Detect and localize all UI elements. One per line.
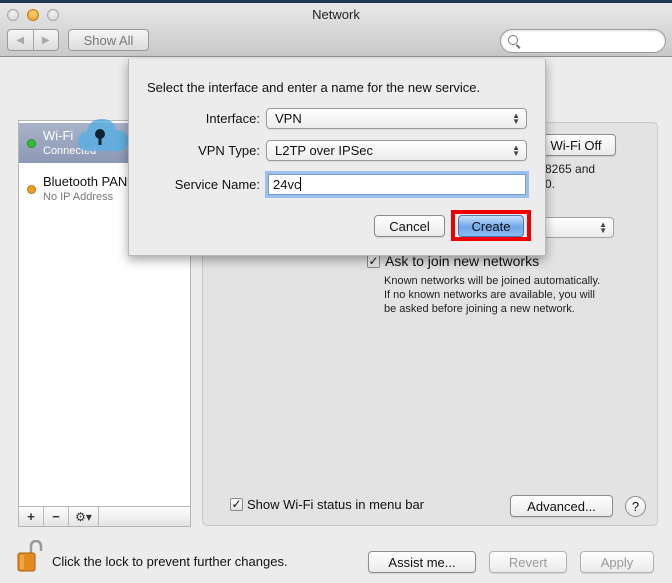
status-indicator-icon (27, 139, 36, 148)
window-title: Network (312, 7, 360, 22)
cancel-button[interactable]: Cancel (374, 215, 445, 237)
back-arrow-icon[interactable]: ◀ (8, 30, 34, 50)
updown-arrows-icon: ▲ ▼ (599, 220, 607, 235)
back-forward-control: ◀ ▶ (7, 29, 59, 51)
service-list-toolbar: + − ⚙▾ (18, 506, 191, 527)
lock-instruction-text: Click the lock to prevent further change… (52, 554, 288, 569)
vpn-type-select[interactable]: L2TP over IPSec ▲ ▼ (266, 140, 527, 161)
search-icon (508, 35, 518, 45)
updown-arrows-icon: ▲ ▼ (512, 111, 520, 126)
wifi-status-text: 8265 and 0. (545, 162, 595, 192)
unlocked-padlock-icon[interactable] (17, 540, 43, 572)
interface-value: VPN (275, 111, 302, 126)
advanced-button[interactable]: Advanced... (510, 495, 613, 517)
show-all-button[interactable]: Show All (68, 29, 149, 51)
vpn-type-value: L2TP over IPSec (275, 143, 374, 158)
help-line: Known networks will be joined automatica… (384, 275, 601, 287)
service-name-value: 24vc (273, 177, 301, 192)
interface-label: Interface: (205, 111, 260, 126)
status-line: 0. (545, 177, 556, 191)
status-line: 8265 and (545, 162, 596, 176)
ask-to-join-checkbox[interactable]: ✓ (367, 255, 380, 268)
turn-wifi-off-button[interactable]: Wi-Fi Off (536, 134, 616, 156)
search-input[interactable] (500, 29, 666, 53)
revert-button[interactable]: Revert (489, 551, 567, 573)
assist-me-button[interactable]: Assist me... (368, 551, 476, 573)
new-service-sheet: Select the interface and enter a name fo… (128, 59, 546, 256)
forward-arrow-icon[interactable]: ▶ (34, 30, 59, 50)
create-button-highlight-annotation (451, 210, 531, 241)
window-toolbar: Network ◀ ▶ Show All (0, 3, 672, 57)
help-line: be asked before joining a new network. (384, 303, 575, 315)
apply-button[interactable]: Apply (580, 551, 654, 573)
service-name: Wi-Fi (43, 128, 74, 143)
service-name-label: Service Name: (174, 177, 260, 192)
interface-select[interactable]: VPN ▲ ▼ (266, 108, 527, 129)
text-caret (300, 177, 302, 191)
show-wifi-status-label: Show Wi-Fi status in menu bar (247, 497, 425, 512)
watermark-cloud-icon (78, 119, 128, 151)
service-name-input[interactable]: 24vc (268, 174, 526, 195)
show-wifi-status-checkbox[interactable]: ✓ (230, 498, 243, 511)
add-service-button[interactable]: + (19, 507, 44, 526)
updown-arrows-icon: ▲ ▼ (512, 143, 520, 158)
sheet-prompt: Select the interface and enter a name fo… (147, 80, 481, 95)
help-button[interactable]: ? (625, 496, 646, 517)
gear-menu-icon[interactable]: ⚙▾ (69, 507, 99, 526)
service-name: Bluetooth PAN (43, 174, 128, 189)
vpn-type-label: VPN Type: (198, 143, 260, 158)
ask-to-join-help-text: Known networks will be joined automatica… (384, 274, 600, 316)
status-indicator-icon (27, 185, 36, 194)
service-status: No IP Address (43, 191, 114, 203)
help-line: If no known networks are available, you … (384, 289, 595, 301)
remove-service-button[interactable]: − (44, 507, 69, 526)
